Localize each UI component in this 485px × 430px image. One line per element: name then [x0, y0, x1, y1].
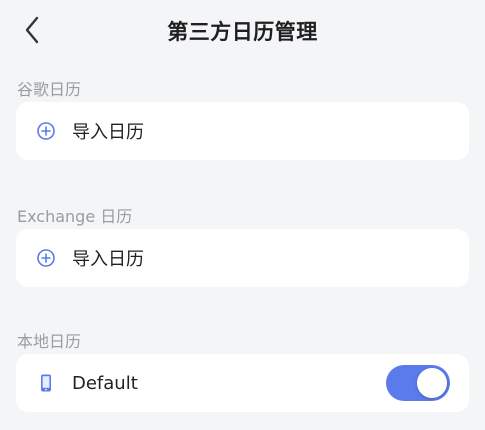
local-calendar-row: Default: [16, 354, 469, 412]
import-google-calendar-row[interactable]: 导入日历: [16, 102, 469, 160]
import-exchange-calendar-row[interactable]: 导入日历: [16, 229, 469, 287]
plus-circle-icon: [36, 121, 56, 141]
toggle-knob: [417, 368, 447, 398]
import-calendar-label: 导入日历: [72, 249, 144, 270]
section-label-google: 谷歌日历: [17, 80, 82, 99]
phone-icon: [36, 373, 56, 393]
default-calendar-label: Default: [72, 372, 138, 394]
import-calendar-label: 导入日历: [72, 122, 144, 143]
default-calendar-toggle[interactable]: [386, 365, 450, 401]
header-bar: 第三方日历管理: [0, 0, 485, 62]
page-title: 第三方日历管理: [167, 20, 318, 44]
section-label-local: 本地日历: [17, 332, 82, 351]
section-label-exchange: Exchange 日历: [17, 207, 133, 226]
plus-circle-icon: [36, 248, 56, 268]
